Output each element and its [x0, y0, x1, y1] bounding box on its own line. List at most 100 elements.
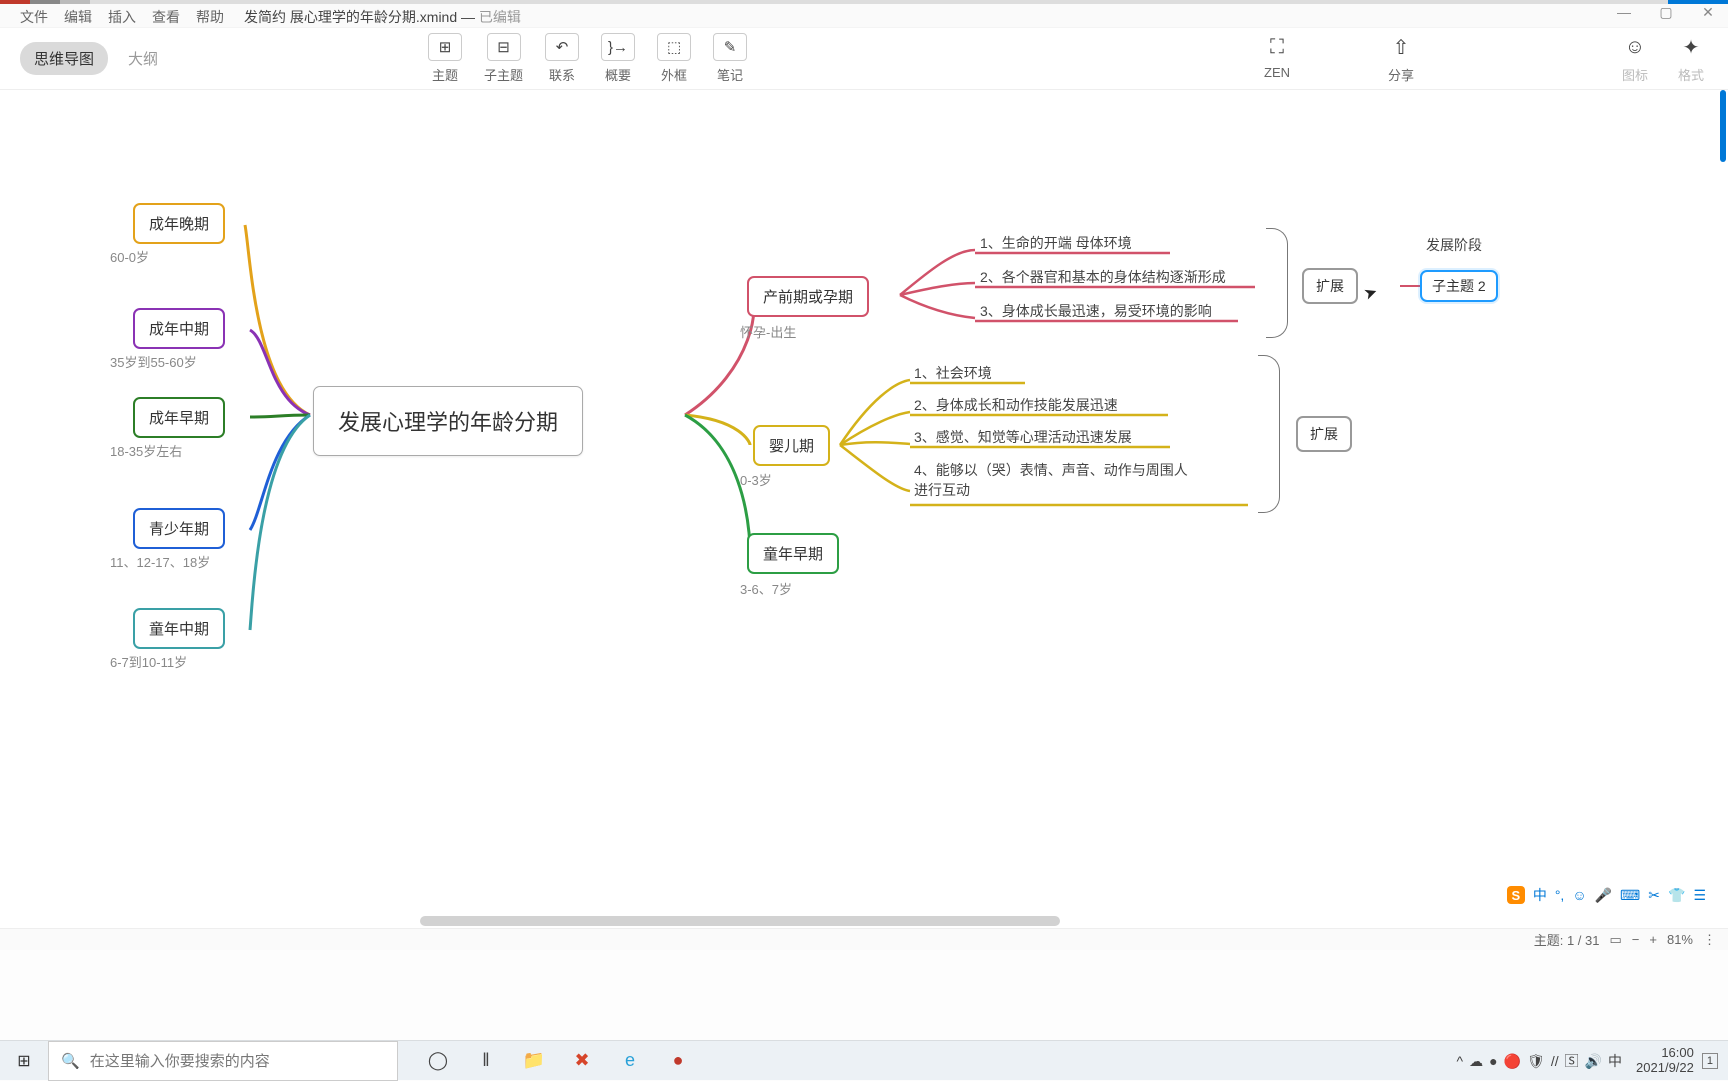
taskbar-app-1[interactable]: ‖ — [466, 1041, 506, 1081]
vertical-scrollbar[interactable] — [1720, 90, 1726, 950]
sub-mid-child: 6-7到10-11岁 — [110, 652, 187, 671]
node-early-child[interactable]: 童年早期 — [747, 533, 839, 574]
tool-5[interactable]: ✎笔记 — [713, 33, 747, 84]
window-close[interactable]: ✕ — [1696, 4, 1720, 21]
ime-logo-icon[interactable]: S — [1507, 886, 1525, 904]
ime-item-2[interactable]: ☺ — [1572, 887, 1586, 903]
window-maximize[interactable]: ▢ — [1654, 4, 1678, 21]
tab-mindmap[interactable]: 思维导图 — [20, 42, 108, 75]
summary-child-subtopic2[interactable]: 子主题 2 — [1420, 270, 1498, 302]
taskbar-app-0[interactable]: ◯ — [418, 1041, 458, 1081]
horizontal-scrollbar[interactable] — [0, 914, 1728, 928]
leaf-prenatal-2[interactable]: 2、各个器官和基本的身体结构逐渐形成 — [978, 263, 1228, 291]
status-more-icon[interactable]: ⋮ — [1703, 932, 1716, 948]
tool-label: 联系 — [549, 65, 575, 84]
vertical-scroll-thumb[interactable] — [1720, 90, 1726, 162]
leaf-prenatal-1[interactable]: 1、生命的开端 母体环境 — [978, 229, 1134, 257]
summary-infant[interactable]: 扩展 — [1296, 416, 1352, 452]
ime-item-6[interactable]: 👕 — [1668, 887, 1685, 903]
toolr1-1[interactable]: ⇧分享 — [1384, 33, 1418, 84]
summary-prenatal[interactable]: 扩展 — [1302, 268, 1358, 304]
ime-item-3[interactable]: 🎤 — [1595, 887, 1612, 903]
menu-edit[interactable]: 编辑 — [64, 7, 92, 27]
ime-item-7[interactable]: ☰ — [1693, 887, 1706, 903]
cursor-icon: ➤ — [1361, 281, 1380, 304]
taskbar-app-2[interactable]: 📁 — [514, 1041, 554, 1081]
document-title: 发简约 展心理学的年龄分期.xmind — 已编辑 — [244, 1, 521, 27]
taskbar-app-5[interactable]: ● — [658, 1041, 698, 1081]
zoom-in-button[interactable]: + — [1649, 932, 1657, 947]
node-infant[interactable]: 婴儿期 — [753, 425, 830, 466]
tool-label: 笔记 — [717, 65, 743, 84]
node-mid-child[interactable]: 童年中期 — [133, 608, 225, 649]
start-button[interactable]: ⊞ — [0, 1041, 48, 1081]
tool-icon: ⊟ — [487, 33, 521, 61]
node-mid-adult[interactable]: 成年中期 — [133, 308, 225, 349]
tray-icon-6[interactable]: 🅂 — [1565, 1053, 1579, 1069]
tool-label: 概要 — [605, 65, 631, 84]
leaf-infant-1[interactable]: 1、社会环境 — [912, 359, 994, 387]
zoom-out-button[interactable]: − — [1632, 932, 1640, 947]
tool-label: 子主题 — [484, 65, 523, 84]
mindmap-canvas[interactable]: 发展心理学的年龄分期 成年晚期 60-0岁 成年中期 35岁到55-60岁 成年… — [0, 90, 1728, 950]
sub-prenatal: 怀孕-出生 — [740, 322, 796, 341]
tool-label: ZEN — [1264, 65, 1290, 80]
search-placeholder: 在这里输入你要搜索的内容 — [90, 1050, 270, 1071]
status-book-icon[interactable]: ▭ — [1609, 932, 1621, 948]
horizontal-scroll-thumb[interactable] — [420, 916, 1060, 926]
node-late-adult[interactable]: 成年晚期 — [133, 203, 225, 244]
tray-icon-0[interactable]: ^ — [1457, 1053, 1464, 1069]
toolr2-1[interactable]: ✦ 格式 — [1674, 33, 1708, 84]
node-prenatal[interactable]: 产前期或孕期 — [747, 276, 869, 317]
status-bar: 主题: 1 / 31 ▭ − + 81% ⋮ — [0, 928, 1728, 950]
ime-item-4[interactable]: ⌨ — [1620, 887, 1640, 903]
leaf-prenatal-3[interactable]: 3、身体成长最迅速，易受环境的影响 — [978, 297, 1214, 325]
tool-icon: ☺ — [1618, 33, 1652, 61]
tool-label: 主题 — [432, 65, 458, 84]
tab-outline[interactable]: 大纲 — [118, 42, 168, 75]
sub-early-child: 3-6、7岁 — [740, 579, 792, 598]
tray-icon-8[interactable]: 中 — [1608, 1053, 1622, 1069]
center-topic[interactable]: 发展心理学的年龄分期 — [313, 386, 583, 456]
tool-icon: ⛶ — [1260, 33, 1294, 61]
taskbar-app-4[interactable]: e — [610, 1041, 650, 1081]
toolr1-0[interactable]: ⛶ ZEN — [1260, 33, 1294, 84]
toolr2-0[interactable]: ☺图标 — [1618, 33, 1652, 84]
tool-icon: ✦ — [1674, 33, 1708, 61]
tray-icon-7[interactable]: 🔊 — [1585, 1053, 1602, 1069]
tool-3[interactable]: }→概要 — [601, 33, 635, 84]
sub-adolescent: 11、12-17、18岁 — [110, 552, 210, 571]
tool-2[interactable]: ↶联系 — [545, 33, 579, 84]
ime-item-1[interactable]: °, — [1555, 887, 1565, 903]
menu-help[interactable]: 帮助 — [196, 7, 224, 27]
tray-icon-5[interactable]: // — [1551, 1053, 1559, 1069]
bracket-prenatal — [1266, 228, 1288, 338]
tray-icon-2[interactable]: ● — [1489, 1053, 1497, 1069]
tool-icon: ⇧ — [1384, 33, 1418, 61]
leaf-infant-2[interactable]: 2、身体成长和动作技能发展迅速 — [912, 391, 1120, 419]
status-topic-count: 主题: 1 / 31 — [1534, 930, 1600, 949]
menu-view[interactable]: 查看 — [152, 7, 180, 27]
leaf-infant-3[interactable]: 3、感觉、知觉等心理活动迅速发展 — [912, 423, 1134, 451]
tray-icon-4[interactable]: 🛡 — [1527, 1053, 1545, 1069]
tool-1[interactable]: ⊟ 子主题 — [484, 33, 523, 84]
windows-taskbar: ⊞ 🔍 在这里输入你要搜索的内容 ◯‖📁✖e● ^☁●🔴🛡//🅂🔊中 16:00… — [0, 1040, 1728, 1080]
node-early-adult[interactable]: 成年早期 — [133, 397, 225, 438]
tray-icon-3[interactable]: 🔴 — [1504, 1053, 1521, 1069]
clock-date: 2021/9/22 — [1636, 1061, 1694, 1076]
ime-item-0[interactable]: 中 — [1533, 887, 1547, 903]
search-box[interactable]: 🔍 在这里输入你要搜索的内容 — [48, 1041, 398, 1081]
tool-4[interactable]: ⬚外框 — [657, 33, 691, 84]
notification-icon[interactable]: 1 — [1702, 1053, 1718, 1069]
tool-label: 格式 — [1678, 65, 1704, 84]
menu-file[interactable]: 文件 — [20, 7, 48, 27]
tray-icon-1[interactable]: ☁ — [1469, 1053, 1483, 1069]
ime-item-5[interactable]: ✂ — [1648, 887, 1660, 903]
taskbar-app-3[interactable]: ✖ — [562, 1041, 602, 1081]
menu-insert[interactable]: 插入 — [108, 7, 136, 27]
node-adolescent[interactable]: 青少年期 — [133, 508, 225, 549]
tool-0[interactable]: ⊞主题 — [428, 33, 462, 84]
leaf-infant-4[interactable]: 4、能够以（哭）表情、声音、动作与周围人进行互动 — [912, 457, 1192, 504]
window-minimize[interactable]: — — [1612, 4, 1636, 21]
sub-infant: 0-3岁 — [740, 470, 772, 489]
